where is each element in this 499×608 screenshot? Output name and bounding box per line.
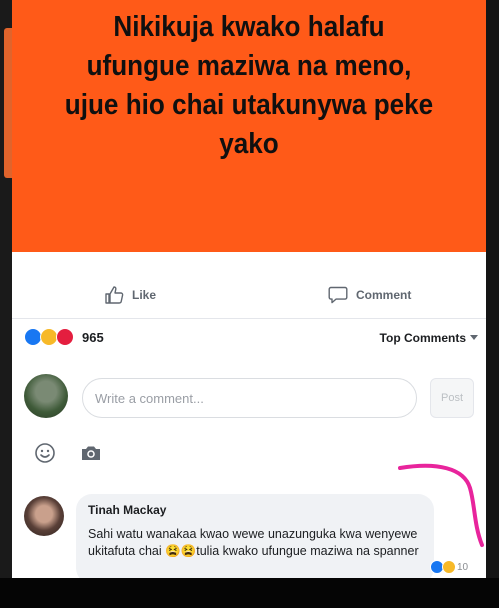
- comment-sort-dropdown[interactable]: Top Comments: [380, 331, 478, 345]
- post-image[interactable]: Nikikuja kwako halafu ufungue maziwa na …: [12, 0, 486, 252]
- post-action-bar: Like Comment: [12, 276, 486, 316]
- comment-text: Sahi watu wanakaa kwao wewe unazunguka k…: [88, 527, 419, 558]
- side-tab: [4, 28, 12, 178]
- like-label: Like: [132, 288, 157, 302]
- emoji-icon[interactable]: [34, 442, 56, 464]
- reaction-summary[interactable]: 965: [24, 328, 104, 346]
- comment-button[interactable]: Comment: [328, 286, 411, 304]
- device-bottom-bezel: [0, 578, 499, 608]
- comment-bubble: Tinah Mackay Sahi watu wanakaa kwao wewe…: [76, 494, 434, 578]
- post-image-text: Nikikuja kwako halafu ufungue maziwa na …: [64, 11, 434, 160]
- comment-sort-label: Top Comments: [379, 331, 466, 345]
- commenter-avatar[interactable]: [24, 496, 64, 536]
- composer-tools: [34, 442, 102, 464]
- reaction-count: 965: [82, 329, 104, 345]
- comment-reaction-count: 10: [457, 561, 469, 573]
- post-button[interactable]: Post: [430, 378, 474, 418]
- comment-author[interactable]: Tinah Mackay: [88, 503, 422, 517]
- caret-down-icon: [470, 335, 478, 340]
- user-avatar[interactable]: [24, 374, 68, 418]
- thumbs-up-icon: [105, 286, 124, 304]
- device-left-bezel: [0, 0, 12, 578]
- comment-input[interactable]: [82, 378, 417, 418]
- speech-bubble-icon: [328, 286, 348, 304]
- comment-label: Comment: [356, 288, 412, 302]
- comment-reactions[interactable]: 10: [430, 560, 468, 574]
- camera-icon[interactable]: [80, 444, 102, 462]
- device-right-bezel: [486, 0, 499, 578]
- comment-composer: Post: [24, 374, 474, 420]
- like-button[interactable]: Like: [104, 286, 156, 304]
- facebook-post-screen: Nikikuja kwako halafu ufungue maziwa na …: [12, 0, 486, 578]
- divider: [12, 318, 486, 319]
- love-reaction-icon: [56, 328, 74, 346]
- haha-reaction-icon: [442, 560, 456, 574]
